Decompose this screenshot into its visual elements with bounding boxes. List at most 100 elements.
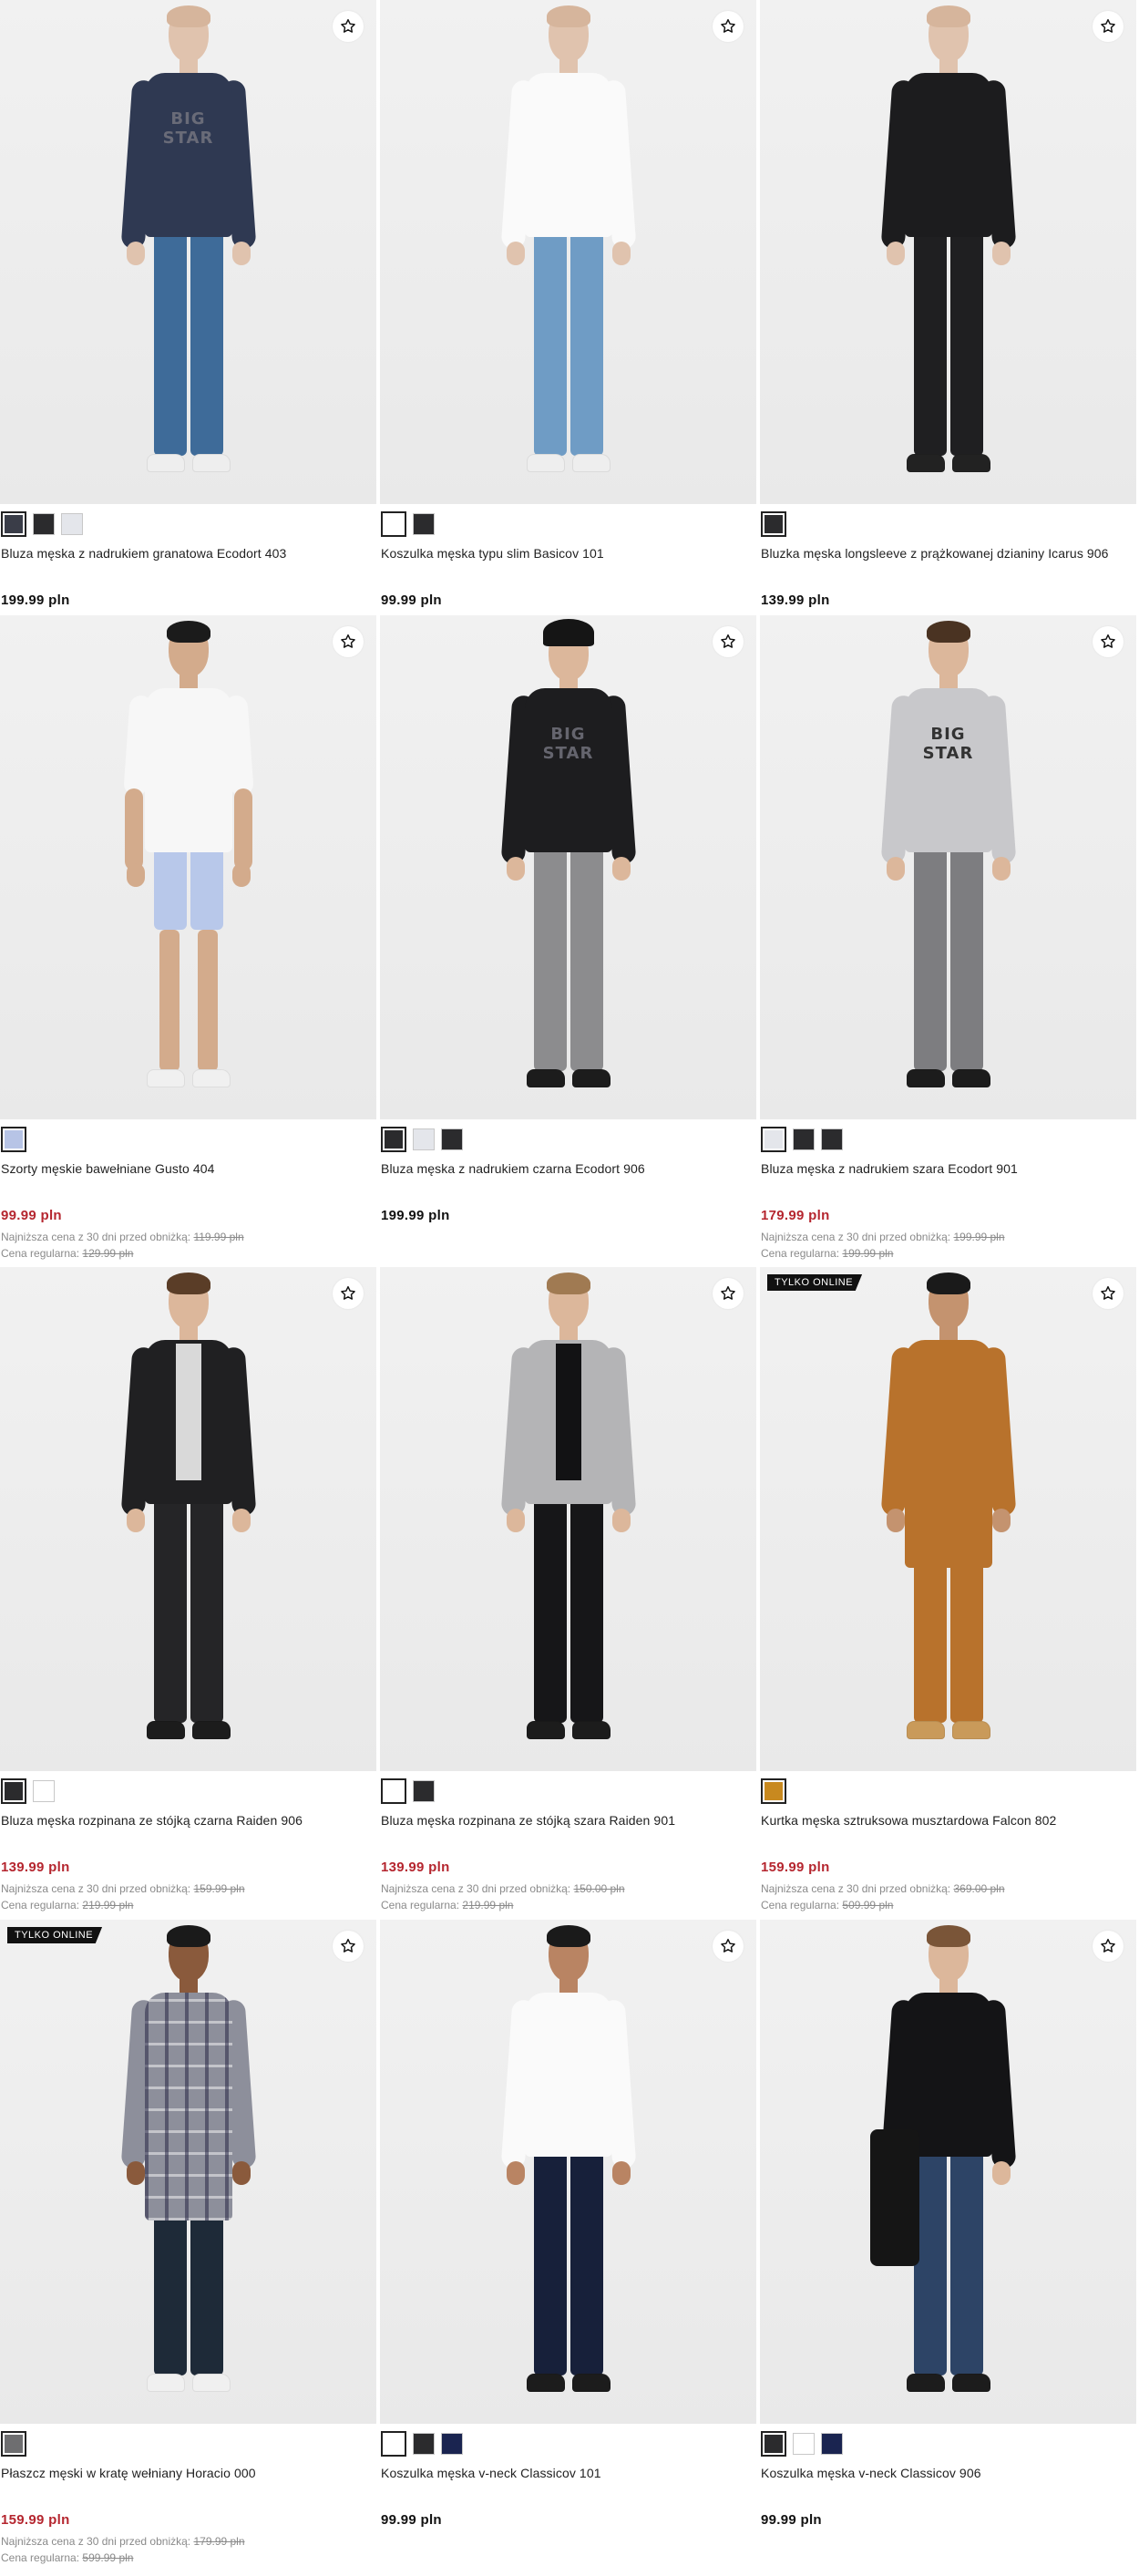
favorite-button[interactable] <box>713 626 744 657</box>
favorite-button[interactable] <box>333 1931 364 1962</box>
color-swatch[interactable] <box>1 511 26 537</box>
product-name[interactable]: Szorty męskie bawełniane Gusto 404 <box>1 1161 215 1176</box>
top-print-graphic: BIG STAR <box>922 725 974 763</box>
model-leg-left <box>153 2193 187 2375</box>
model-hair <box>926 621 970 643</box>
model-top <box>524 73 612 237</box>
star-icon <box>339 17 357 36</box>
color-swatch[interactable] <box>381 1778 406 1804</box>
model-figure <box>97 1267 280 1771</box>
model-top <box>904 73 992 237</box>
model-shoe-right <box>571 2374 611 2392</box>
star-icon <box>339 633 357 651</box>
inner-shirt <box>175 1344 201 1480</box>
color-swatch[interactable] <box>1 1778 26 1804</box>
regular-price-value: 509.99 pln <box>842 1899 894 1911</box>
favorite-button[interactable] <box>333 11 364 42</box>
model-shoe-right <box>951 1721 990 1739</box>
star-icon <box>339 1284 357 1303</box>
star-icon <box>1099 1937 1117 1955</box>
model-leg-right <box>190 843 223 930</box>
product-name[interactable]: Płaszcz męski w kratę wełniany Horacio 0… <box>1 2466 256 2480</box>
color-swatch[interactable] <box>821 1128 843 1150</box>
model-hair <box>166 1925 210 1947</box>
color-swatches <box>1 511 83 537</box>
color-swatch[interactable] <box>413 2433 435 2455</box>
product-name[interactable]: Koszulka męska v-neck Classicov 906 <box>761 2466 981 2480</box>
product-name[interactable]: Bluza męska rozpinana ze stójką szara Ra… <box>381 1813 675 1828</box>
model-hand-right <box>231 242 251 265</box>
inner-shirt <box>555 1344 581 1480</box>
favorite-button[interactable] <box>713 1931 744 1962</box>
color-swatch[interactable] <box>33 1780 55 1802</box>
regular-price: Cena regularna: 219.99 pln <box>1 1899 133 1911</box>
model-top <box>524 1993 612 2157</box>
model-hair <box>166 5 210 27</box>
held-jacket <box>869 2129 919 2266</box>
product-name[interactable]: Koszulka męska typu slim Basicov 101 <box>381 546 604 561</box>
product-name[interactable]: Bluza męska rozpinana ze stójką czarna R… <box>1 1813 303 1828</box>
color-swatches <box>381 1127 463 1152</box>
product-image[interactable] <box>380 0 756 504</box>
color-swatch[interactable] <box>761 511 786 537</box>
favorite-button[interactable] <box>713 11 744 42</box>
model-figure: BIG STAR <box>857 615 1040 1119</box>
product-name[interactable]: Bluzka męska longsleeve z prążkowanej dz… <box>761 546 1109 561</box>
product-image[interactable]: TYLKO ONLINE <box>760 1267 1136 1771</box>
color-swatch[interactable] <box>381 1127 406 1152</box>
model-hand-right <box>611 1509 631 1532</box>
color-swatch[interactable] <box>761 2431 786 2457</box>
favorite-button[interactable] <box>713 1278 744 1309</box>
model-hair <box>926 5 970 27</box>
product-name[interactable]: Bluza męska z nadrukiem szara Ecodort 90… <box>761 1161 1018 1176</box>
favorite-button[interactable] <box>1093 1278 1124 1309</box>
model-hair <box>926 1925 970 1947</box>
color-swatch[interactable] <box>761 1778 786 1804</box>
regular-price-label: Cena regularna: <box>1 1247 80 1260</box>
product-name[interactable]: Kurtka męska sztruksowa musztardowa Falc… <box>761 1813 1056 1828</box>
model-shoe-left <box>526 454 565 472</box>
product-price: 139.99 pln <box>381 1860 450 1875</box>
product-image[interactable] <box>760 1920 1136 2424</box>
star-icon <box>1099 633 1117 651</box>
color-swatch[interactable] <box>761 1127 786 1152</box>
product-image[interactable]: BIG STAR <box>0 0 376 504</box>
product-image[interactable] <box>380 1267 756 1771</box>
favorite-button[interactable] <box>1093 11 1124 42</box>
color-swatch[interactable] <box>821 2433 843 2455</box>
color-swatch[interactable] <box>793 2433 815 2455</box>
product-image[interactable]: BIG STAR <box>380 615 756 1119</box>
color-swatch[interactable] <box>381 2431 406 2457</box>
color-swatch[interactable] <box>793 1128 815 1150</box>
model-shoe-left <box>526 1069 565 1087</box>
product-image[interactable] <box>380 1920 756 2424</box>
color-swatches <box>761 511 786 537</box>
product-price: 139.99 pln <box>1 1860 70 1875</box>
favorite-button[interactable] <box>1093 1931 1124 1962</box>
color-swatch[interactable] <box>33 513 55 535</box>
favorite-button[interactable] <box>333 1278 364 1309</box>
product-name[interactable]: Bluza męska z nadrukiem granatowa Ecodor… <box>1 546 286 561</box>
color-swatch[interactable] <box>413 1780 435 1802</box>
product-name[interactable]: Koszulka męska v-neck Classicov 101 <box>381 2466 601 2480</box>
product-image[interactable] <box>0 1267 376 1771</box>
product-image[interactable] <box>760 0 1136 504</box>
product-name[interactable]: Bluza męska z nadrukiem czarna Ecodort 9… <box>381 1161 645 1176</box>
product-image[interactable]: TYLKO ONLINE <box>0 1920 376 2424</box>
lowest-price-label: Najniższa cena z 30 dni przed obniżką: <box>761 1231 951 1243</box>
product-image[interactable]: BIG STAR <box>760 615 1136 1119</box>
color-swatch[interactable] <box>381 511 406 537</box>
favorite-button[interactable] <box>1093 626 1124 657</box>
color-swatch[interactable] <box>61 513 83 535</box>
color-swatch[interactable] <box>413 1128 435 1150</box>
color-swatch[interactable] <box>441 2433 463 2455</box>
favorite-button[interactable] <box>333 626 364 657</box>
color-swatch[interactable] <box>413 513 435 535</box>
color-swatch[interactable] <box>1 2431 26 2457</box>
product-image[interactable] <box>0 615 376 1119</box>
model-leg-left <box>533 1495 567 1723</box>
model-shoe-right <box>571 454 611 472</box>
color-swatch[interactable] <box>441 1128 463 1150</box>
color-swatch[interactable] <box>1 1127 26 1152</box>
model-leg-left <box>153 843 187 930</box>
